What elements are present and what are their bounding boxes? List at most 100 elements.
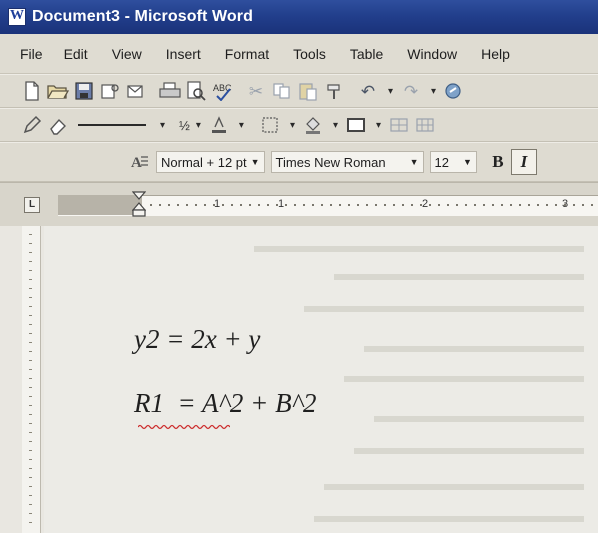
font-color-dropdown-icon[interactable]: ▾ xyxy=(239,120,244,131)
style-select[interactable]: Normal + 12 pt ▼ xyxy=(156,151,265,173)
menu-file[interactable]: File xyxy=(20,46,43,62)
border-icon[interactable] xyxy=(258,113,282,137)
print-preview-icon[interactable] xyxy=(184,79,208,103)
indent-marker-icon[interactable] xyxy=(132,191,146,217)
copy-icon[interactable] xyxy=(270,79,294,103)
vertical-ruler-tick xyxy=(29,477,32,478)
undo-dropdown-icon[interactable]: ▾ xyxy=(388,86,393,97)
ruler-tick xyxy=(546,204,548,206)
vertical-ruler[interactable] xyxy=(22,226,41,533)
font-size-dropdown-icon[interactable]: ▼ xyxy=(463,157,472,167)
vertical-ruler-tick xyxy=(29,261,32,262)
vertical-ruler-tick xyxy=(29,324,32,325)
permission-icon[interactable] xyxy=(98,79,122,103)
ruler-tick xyxy=(186,204,188,206)
style-value: Normal + 12 pt xyxy=(161,154,247,170)
vertical-ruler-tick xyxy=(29,513,32,514)
outside-border-icon[interactable] xyxy=(344,113,368,137)
equation-line-1[interactable]: y2 = 2x + y xyxy=(134,324,260,355)
ruler-tick xyxy=(303,204,305,206)
save-icon[interactable] xyxy=(72,79,96,103)
spelling-icon[interactable]: ABC xyxy=(210,79,234,103)
line-style-icon[interactable] xyxy=(78,124,146,126)
ruler-tick xyxy=(222,204,224,206)
window-title: Document3 - Microsoft Word xyxy=(32,8,253,25)
menu-window[interactable]: Window xyxy=(407,46,457,62)
font-size-select[interactable]: 12 ▼ xyxy=(429,151,477,173)
ruler-tick xyxy=(168,204,170,206)
menu-insert[interactable]: Insert xyxy=(166,46,201,62)
border-dropdown-icon[interactable]: ▾ xyxy=(290,120,295,131)
spelling-squiggle-icon xyxy=(138,424,230,430)
line-weight-dropdown-icon[interactable]: ▾ xyxy=(196,120,201,131)
vertical-ruler-tick xyxy=(29,288,32,289)
redo-dropdown-icon[interactable]: ▾ xyxy=(431,86,436,97)
email-icon[interactable] xyxy=(124,79,148,103)
ruler-tick xyxy=(528,204,530,206)
font-dropdown-icon[interactable]: ▼ xyxy=(410,157,419,167)
new-document-icon[interactable] xyxy=(20,79,44,103)
undo-icon[interactable]: ↶ xyxy=(356,79,380,103)
font-value: Times New Roman xyxy=(275,154,386,170)
menu-format[interactable]: Format xyxy=(225,46,269,62)
redo-icon[interactable]: ↷ xyxy=(399,79,423,103)
hyperlink-icon[interactable] xyxy=(442,79,466,103)
bold-button[interactable]: B xyxy=(485,149,511,175)
vertical-ruler-tick xyxy=(29,396,32,397)
vertical-ruler-tick xyxy=(29,504,32,505)
ruler-tick xyxy=(429,204,431,206)
font-select[interactable]: Times New Roman ▼ xyxy=(270,151,424,173)
title-bar[interactable]: Document3 - Microsoft Word xyxy=(0,0,598,34)
format-painter-icon[interactable] xyxy=(322,79,346,103)
pencil-icon[interactable] xyxy=(20,113,44,137)
formatting-toolbar: A Normal + 12 pt ▼ Times New Roman ▼ 12 … xyxy=(0,142,598,182)
paste-icon[interactable] xyxy=(296,79,320,103)
line-weight-value[interactable]: ½ xyxy=(179,118,190,133)
table-grid-icon[interactable] xyxy=(387,113,411,137)
vertical-ruler-tick xyxy=(29,297,32,298)
outside-border-dropdown-icon[interactable]: ▾ xyxy=(376,120,381,131)
italic-button[interactable]: I xyxy=(510,149,537,175)
font-color-icon[interactable] xyxy=(207,113,231,137)
ruler-tick xyxy=(573,204,575,206)
document-area[interactable] xyxy=(0,226,598,533)
ruler-number: 2 xyxy=(422,198,429,210)
vertical-ruler-tick xyxy=(29,405,32,406)
print-icon[interactable] xyxy=(158,79,182,103)
menu-help[interactable]: Help xyxy=(481,46,510,62)
ruler-tick xyxy=(150,204,152,206)
menu-bar: File Edit View Insert Format Tools Table… xyxy=(0,34,598,74)
style-dropdown-icon[interactable]: ▼ xyxy=(251,157,260,167)
open-folder-icon[interactable] xyxy=(46,79,70,103)
shading-dropdown-icon[interactable]: ▾ xyxy=(333,120,338,131)
word-app-icon[interactable] xyxy=(8,8,26,26)
vertical-ruler-tick xyxy=(29,270,32,271)
ruler-tick xyxy=(501,204,503,206)
styles-and-formatting-icon[interactable]: A xyxy=(128,150,152,174)
ruler-tick xyxy=(537,204,539,206)
line-style-dropdown-icon[interactable]: ▾ xyxy=(160,120,165,131)
eraser-icon[interactable] xyxy=(46,113,70,137)
tab-selector-button[interactable]: L xyxy=(24,197,40,213)
ruler-tick xyxy=(348,204,350,206)
document-page[interactable] xyxy=(44,226,598,533)
menu-edit[interactable]: Edit xyxy=(64,46,88,62)
ruler-tick xyxy=(195,204,197,206)
drawing-toolbar: ▾ ½ ▾ ▾ ▾ ▾ ▾ xyxy=(0,108,598,142)
ruler-tick xyxy=(249,204,251,206)
ruler-tick xyxy=(294,204,296,206)
horizontal-ruler[interactable]: L 1 1 2 3 xyxy=(0,182,598,227)
ruler-tick xyxy=(591,204,593,206)
shading-color-icon[interactable] xyxy=(301,113,325,137)
merge-cells-icon[interactable] xyxy=(413,113,437,137)
ruler-tick xyxy=(510,204,512,206)
ruler-tick xyxy=(159,204,161,206)
menu-table[interactable]: Table xyxy=(350,46,383,62)
cut-icon[interactable]: ✂ xyxy=(244,79,268,103)
ruler-tick xyxy=(258,204,260,206)
menu-tools[interactable]: Tools xyxy=(293,46,326,62)
vertical-ruler-tick xyxy=(29,279,32,280)
menu-view[interactable]: View xyxy=(112,46,142,62)
equation-line-2[interactable]: R1 = A^2 + B^2 xyxy=(134,388,316,419)
vertical-ruler-tick xyxy=(29,450,32,451)
